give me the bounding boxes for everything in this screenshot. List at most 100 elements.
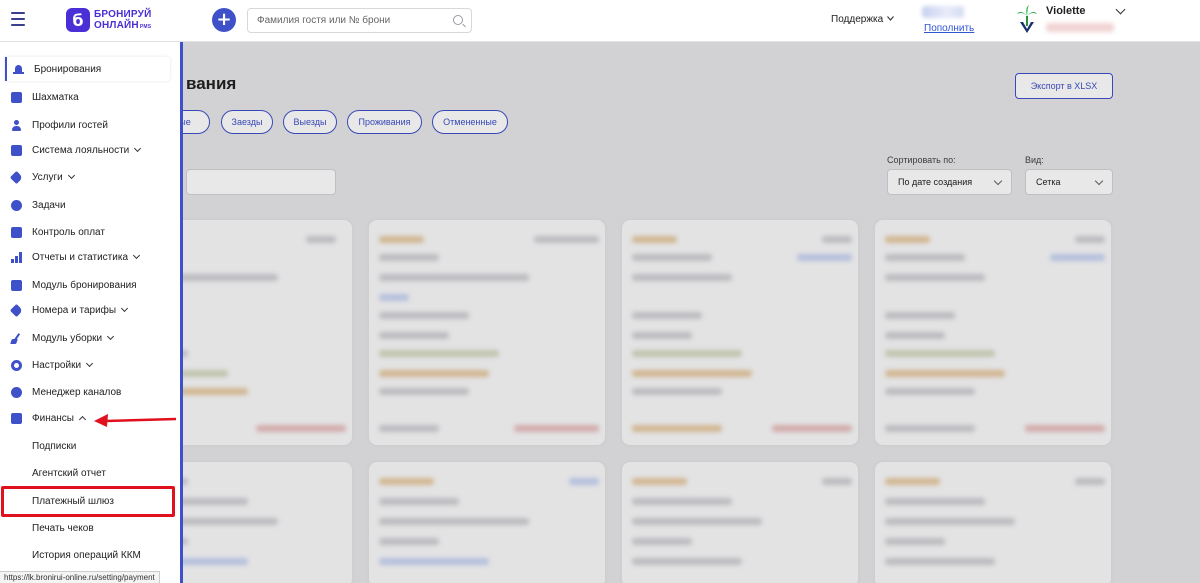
logo-line2: ОНЛАЙНPMS [94,20,151,31]
tools-icon [9,303,24,317]
status-bar-url: https://lk.bronirui-online.ru/setting/pa… [0,571,160,583]
user-name[interactable]: Violette [1046,5,1086,17]
sidebar-item-chessboard[interactable]: Шахматка [5,85,170,109]
sidebar-item-settings[interactable]: Настройки [5,353,170,377]
sidebar-item-reports[interactable]: Отчеты и статистика [5,245,170,269]
support-label: Поддержка [831,14,884,25]
app-logo[interactable]: б БРОНИРУЙ ОНЛАЙНPMS [66,8,151,32]
chevron-down-icon [132,251,141,260]
bell-icon [13,64,24,75]
chevron-down-icon [86,359,94,368]
sidebar-scrollbar[interactable] [180,42,183,482]
sidebar-item-services[interactable]: Услуги [5,165,170,189]
sidebar-subitem-agent-report[interactable]: Агентский отчет [32,468,106,479]
chevron-down-icon [107,332,115,341]
view-select[interactable]: Сетка [1025,169,1113,195]
sidebar-subitem-kkm-history[interactable]: История операций ККМ [32,550,141,561]
sidebar-item-housekeeping[interactable]: Модуль уборки [5,326,170,350]
gear-icon [11,359,22,371]
payments-icon [11,226,22,238]
sidebar-item-label: Шахматка [32,91,79,103]
sidebar-item-label: Услуги [32,171,63,183]
chevron-down-icon [67,171,75,180]
bookings-filter-input[interactable] [186,169,336,195]
guest-search-input[interactable] [248,9,438,32]
sidebar-item-label: Модуль бронирования [32,279,137,291]
add-booking-button[interactable]: + [212,8,236,32]
balance-blurred [922,6,964,18]
sidebar-item-label: Номера и тарифы [32,304,117,316]
sidebar-item-label: Контроль оплат [32,226,105,238]
chevron-down-icon [993,176,1003,186]
topup-link[interactable]: Пополнить [924,23,974,34]
filter-pill-cancelled[interactable]: Отмененные [432,110,508,134]
sidebar-item-rooms-rates[interactable]: Номера и тарифы [5,298,170,322]
page-title: вания [186,74,237,93]
sidebar-item-guest-profiles[interactable]: Профили гостей [5,113,170,137]
user-subtitle-blurred [1046,23,1114,32]
tag-icon [9,170,24,184]
sidebar-item-bookings[interactable]: Бронирования [5,57,170,81]
sidebar-item-label: Менеджер каналов [32,386,122,398]
broom-icon [11,333,22,344]
sidebar-item-label: Бронирования [34,63,102,75]
sidebar-item-booking-module[interactable]: Модуль бронирования [5,273,170,297]
loyalty-icon [11,144,22,156]
calendar-icon [11,91,22,103]
hotel-palm-logo-icon [1017,5,1037,33]
booking-card[interactable] [369,462,605,583]
export-xlsx-button[interactable]: Экспорт в XLSX [1015,73,1113,99]
booking-card[interactable] [875,462,1111,583]
sidebar-item-label: Настройки [32,359,82,371]
sidebar-item-label: Модуль уборки [32,332,103,344]
tasks-icon [11,199,22,211]
sidebar-item-finance[interactable]: Финансы [5,406,170,430]
user-menu-chevron-icon[interactable] [1115,4,1126,15]
sidebar-item-label: Профили гостей [32,119,108,131]
check-icon [11,279,22,291]
sidebar-subitem-receipt-printing[interactable]: Печать чеков [32,523,94,534]
chevron-down-icon [121,304,129,313]
sidebar-item-payment-control[interactable]: Контроль оплат [5,220,170,244]
logo-line2-text: ОНЛАЙН [94,20,139,31]
sidebar-item-loyalty[interactable]: Система лояльности [5,138,170,162]
logo-mark-icon: б [66,8,90,32]
view-label: Вид: [1025,155,1044,165]
logo-pms: PMS [139,24,152,30]
sort-label: Сортировать по: [887,155,956,165]
channels-icon [11,386,22,398]
menu-burger-icon[interactable] [11,12,25,26]
booking-card[interactable] [622,220,858,445]
sidebar-item-tasks[interactable]: Задачи [5,193,170,217]
chevron-up-icon [78,415,87,424]
person-icon [11,119,22,131]
sidebar-item-label: Задачи [32,199,66,211]
sidebar-subitem-subscriptions[interactable]: Подписки [32,441,76,452]
sidebar-subitem-payment-gateway[interactable]: Платежный шлюз [32,496,114,507]
sidebar-item-label: Финансы [32,412,74,424]
top-bar: б БРОНИРУЙ ОНЛАЙНPMS + Поддержка Пополни… [0,0,1200,42]
sort-select[interactable]: По дате создания [887,169,1012,195]
chevron-down-icon [1094,176,1104,186]
chevron-down-icon [134,144,142,153]
filter-pill-departures[interactable]: Выезды [283,110,337,134]
support-menu[interactable]: Поддержка [831,14,894,25]
sidebar: Бронирования Шахматка Профили гостей Сис… [0,42,183,583]
view-select-value: Сетка [1036,177,1061,187]
sidebar-item-label: Отчеты и статистика [32,251,129,263]
guest-search [247,8,472,33]
logo-text: БРОНИРУЙ ОНЛАЙНPMS [94,9,151,31]
sidebar-item-channel-manager[interactable]: Менеджер каналов [5,380,170,404]
chart-icon [11,251,22,263]
filter-pill-arrivals[interactable]: Заезды [221,110,273,134]
wallet-icon [11,412,22,424]
search-icon[interactable] [453,15,463,25]
booking-card[interactable] [369,220,605,445]
booking-card[interactable] [622,462,858,583]
sidebar-item-label: Система лояльности [32,144,130,156]
filter-pill-stays[interactable]: Проживания [347,110,422,134]
chevron-down-icon [887,16,894,21]
booking-card[interactable] [875,220,1111,445]
sort-select-value: По дате создания [898,177,973,187]
logo-line1: БРОНИРУЙ [94,9,152,20]
